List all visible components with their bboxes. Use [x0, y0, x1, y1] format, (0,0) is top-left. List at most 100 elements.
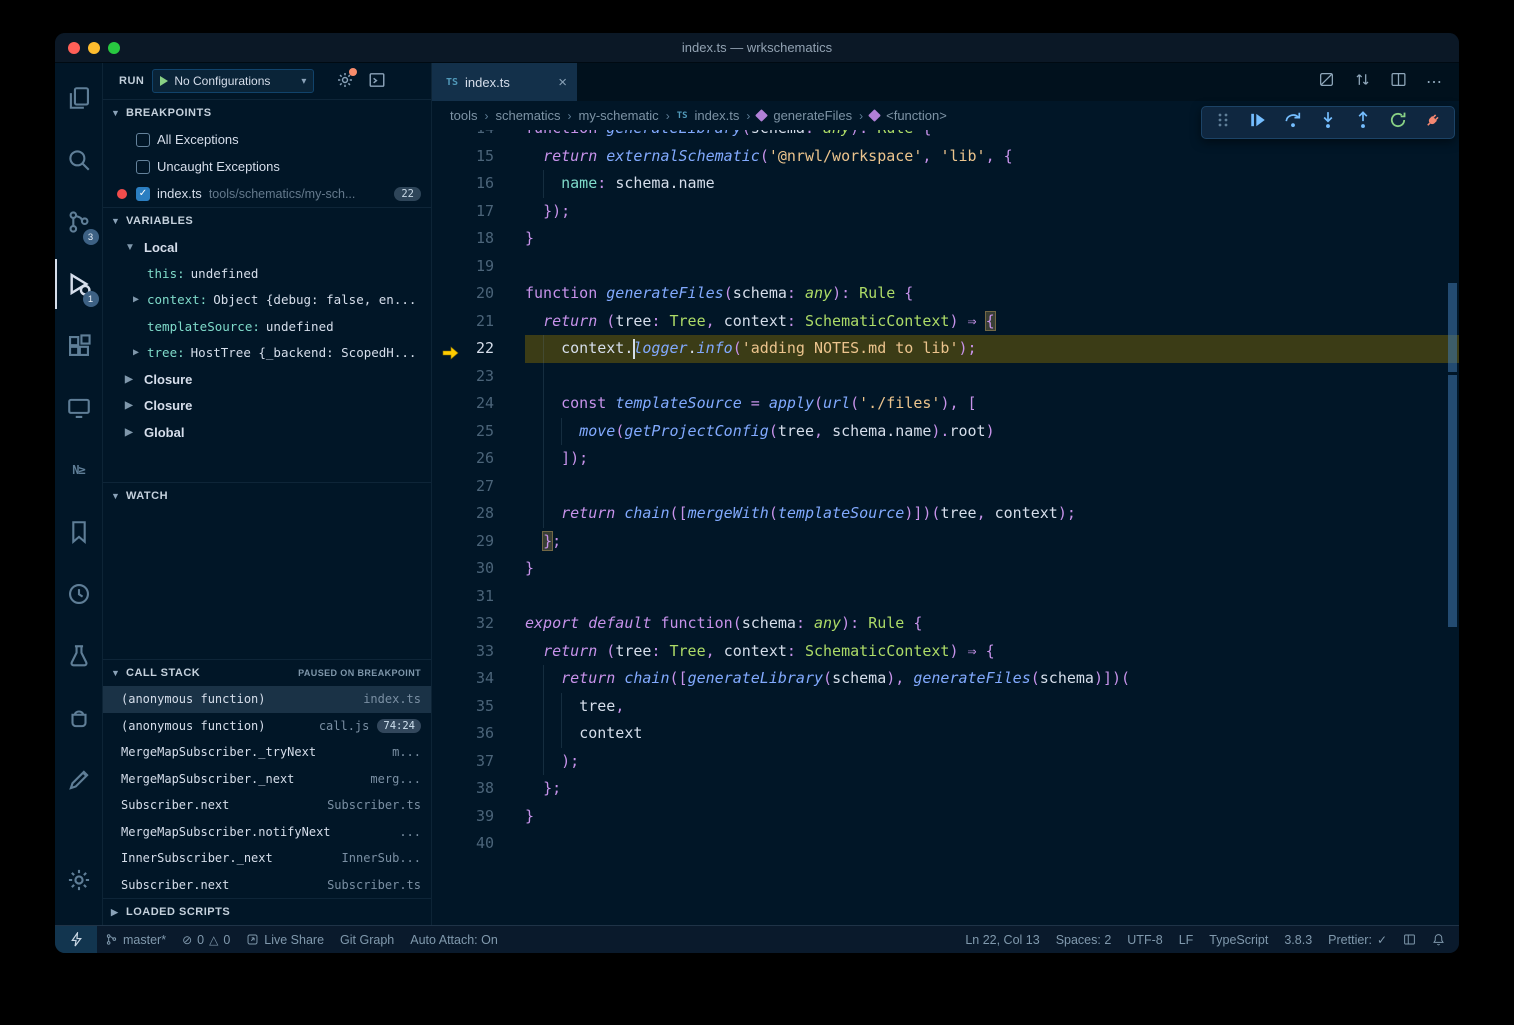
line-number[interactable]: 37	[432, 748, 494, 776]
code-line[interactable]: 33 return (tree: Tree, context: Schemati…	[432, 638, 1459, 666]
stack-frame[interactable]: MergeMapSubscriber.notifyNext ...	[103, 819, 431, 846]
code-line-content[interactable]: return chain([generateLibrary(schema), g…	[525, 665, 1459, 693]
line-number[interactable]: 28	[432, 500, 494, 528]
gutter[interactable]: 33	[432, 638, 525, 666]
line-number[interactable]: 19	[432, 253, 494, 281]
code-line[interactable]: 31	[432, 583, 1459, 611]
code-line[interactable]: 29 };	[432, 528, 1459, 556]
gutter[interactable]: 28	[432, 500, 525, 528]
code-line-content[interactable]: return (tree: Tree, context: SchematicCo…	[525, 638, 1459, 666]
breadcrumb-item[interactable]: schematics	[495, 108, 560, 123]
tab-index-ts[interactable]: TS index.ts ×	[432, 63, 578, 101]
code-line[interactable]: 28 return chain([mergeWith(templateSourc…	[432, 500, 1459, 528]
line-number[interactable]: 26	[432, 445, 494, 473]
breadcrumb-item[interactable]: my-schematic	[579, 108, 659, 123]
open-changes-icon[interactable]	[1318, 71, 1335, 93]
code-line-content[interactable]: }	[525, 555, 1459, 583]
code-editor[interactable]: 14function generateLibrary(schema: any):…	[432, 130, 1459, 925]
code-line[interactable]: 26 ]);	[432, 445, 1459, 473]
breadcrumb-item[interactable]: <function>	[886, 108, 947, 123]
code-line[interactable]: 35 tree,	[432, 693, 1459, 721]
pen-icon[interactable]	[55, 749, 103, 811]
line-number[interactable]: 33	[432, 638, 494, 666]
search-icon[interactable]	[55, 129, 103, 191]
code-line[interactable]: 38 };	[432, 775, 1459, 803]
code-line-content[interactable]: };	[525, 528, 1459, 556]
remote-explorer-icon[interactable]	[55, 377, 103, 439]
code-line[interactable]: 37 );	[432, 748, 1459, 776]
line-number[interactable]: 17	[432, 198, 494, 226]
code-line[interactable]: 30}	[432, 555, 1459, 583]
remote-indicator[interactable]	[55, 926, 97, 953]
code-line-content[interactable]	[525, 830, 1459, 858]
settings-gear-icon[interactable]	[55, 849, 103, 911]
line-number[interactable]: 38	[432, 775, 494, 803]
code-line[interactable]: 27	[432, 473, 1459, 501]
gutter[interactable]: 27	[432, 473, 525, 501]
line-number[interactable]: 34	[432, 665, 494, 693]
gutter[interactable]: 35	[432, 693, 525, 721]
code-line-content[interactable]: move(getProjectConfig(tree, schema.name)…	[525, 418, 1459, 446]
gutter[interactable]: 18	[432, 225, 525, 253]
code-line[interactable]: 25 move(getProjectConfig(tree, schema.na…	[432, 418, 1459, 446]
variables-scope-closure[interactable]: ▶ Closure	[103, 393, 431, 420]
timeline-clock-icon[interactable]	[55, 563, 103, 625]
variables-section-header[interactable]: ▼ VARIABLES	[103, 207, 431, 234]
stack-frame[interactable]: MergeMapSubscriber._next merg...	[103, 766, 431, 793]
gutter[interactable]: 15	[432, 143, 525, 171]
line-number[interactable]: 14	[432, 130, 494, 143]
code-line-content[interactable]: };	[525, 775, 1459, 803]
gutter[interactable]: 30	[432, 555, 525, 583]
line-number[interactable]: 15	[432, 143, 494, 171]
notifications-bell-icon[interactable]	[1424, 926, 1453, 953]
code-line-content[interactable]: return externalSchematic('@nrwl/workspac…	[525, 143, 1459, 171]
disconnect-button[interactable]	[1424, 111, 1442, 134]
code-line[interactable]: 22 context.logger.info('adding NOTES.md …	[432, 335, 1459, 363]
problems-item[interactable]: ⊘ 0 △ 0	[174, 926, 238, 953]
line-number[interactable]: 24	[432, 390, 494, 418]
compare-changes-icon[interactable]	[1354, 71, 1371, 93]
line-number[interactable]: 40	[432, 830, 494, 858]
split-editor-icon[interactable]	[1390, 71, 1407, 93]
code-line-content[interactable]: ]);	[525, 445, 1459, 473]
language-mode-item[interactable]: TypeScript	[1201, 926, 1276, 953]
code-line-content[interactable]	[525, 363, 1459, 391]
line-number[interactable]: 25	[432, 418, 494, 446]
checkbox[interactable]	[136, 133, 150, 147]
code-line[interactable]: 21 return (tree: Tree, context: Schemati…	[432, 308, 1459, 336]
gutter[interactable]: 17	[432, 198, 525, 226]
gutter[interactable]: 38	[432, 775, 525, 803]
stack-frame[interactable]: Subscriber.next Subscriber.ts	[103, 872, 431, 899]
git-branch-item[interactable]: master*	[97, 926, 174, 953]
variables-scope-local[interactable]: ▼ Local	[103, 234, 431, 260]
line-number[interactable]: 31	[432, 583, 494, 611]
stack-frame[interactable]: (anonymous function) call.js 74:24	[103, 713, 431, 740]
variables-scope-closure[interactable]: ▶ Closure	[103, 366, 431, 393]
gutter[interactable]: 14	[432, 130, 525, 143]
code-line-content[interactable]: export default function(schema: any): Ru…	[525, 610, 1459, 638]
restart-button[interactable]	[1389, 111, 1407, 134]
code-line[interactable]: 23	[432, 363, 1459, 391]
code-line[interactable]: 32export default function(schema: any): …	[432, 610, 1459, 638]
gutter[interactable]: 22	[432, 335, 525, 363]
run-debug-icon[interactable]: 1	[55, 253, 103, 315]
line-number[interactable]: 29	[432, 528, 494, 556]
extensions-icon[interactable]	[55, 315, 103, 377]
checkbox[interactable]	[136, 160, 150, 174]
code-line-content[interactable]: context.logger.info('adding NOTES.md to …	[525, 335, 1459, 363]
variables-scope-global[interactable]: ▶ Global	[103, 419, 431, 446]
explorer-icon[interactable]	[55, 67, 103, 129]
gutter[interactable]: 37	[432, 748, 525, 776]
bookmarks-icon[interactable]	[55, 501, 103, 563]
prettier-item[interactable]: Prettier: ✓	[1320, 926, 1395, 953]
gutter[interactable]: 34	[432, 665, 525, 693]
git-graph-item[interactable]: Git Graph	[332, 926, 402, 953]
step-over-button[interactable]	[1284, 111, 1302, 134]
eol-item[interactable]: LF	[1171, 926, 1202, 953]
gutter[interactable]: 19	[432, 253, 525, 281]
code-line-content[interactable]	[525, 473, 1459, 501]
breadcrumb-item[interactable]: tools	[450, 108, 477, 123]
variable-templatesource[interactable]: templateSource: undefined	[103, 313, 431, 340]
code-line[interactable]: 20function generateFiles(schema: any): R…	[432, 280, 1459, 308]
gutter[interactable]: 39	[432, 803, 525, 831]
